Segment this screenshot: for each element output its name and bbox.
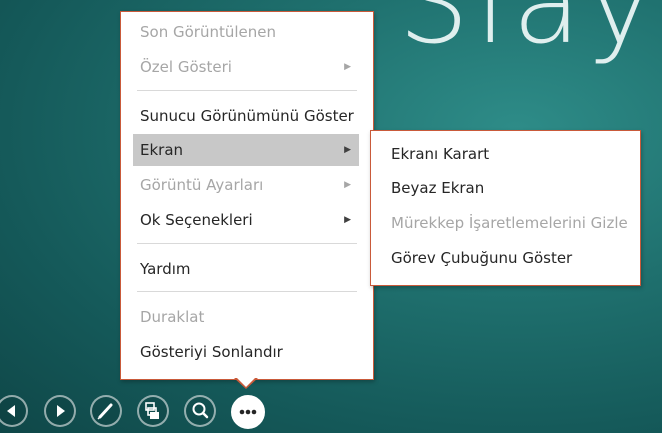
slide-title: Slayt 1 — [398, 0, 662, 69]
menu-item-show-presenter-view[interactable]: Sunucu Görünümünü Göster — [133, 100, 359, 132]
next-icon — [57, 405, 65, 417]
submenu-item-label: Ekranı Karart — [391, 145, 490, 163]
slideshow-context-menu: Son Görüntülenen Özel Gösteri ▶ Sunucu G… — [120, 11, 374, 380]
submenu-arrow-icon: ▶ — [344, 145, 351, 155]
submenu-item-hide-ink-markup[interactable]: Mürekkep İşaretlemelerini Gizle — [383, 207, 633, 239]
menu-callout-pointer-fill — [236, 377, 256, 387]
zoom-icon — [192, 402, 209, 419]
submenu-arrow-icon: ▶ — [344, 180, 351, 190]
submenu-item-show-taskbar[interactable]: Görev Çubuğunu Göster — [383, 242, 633, 274]
more-options-button[interactable] — [231, 395, 265, 429]
menu-item-pause[interactable]: Duraklat — [133, 301, 359, 333]
submenu-item-label: Beyaz Ekran — [391, 179, 485, 197]
zoom-button[interactable] — [184, 395, 216, 427]
menu-item-label: Sunucu Görünümünü Göster — [140, 107, 354, 125]
more-options-icon — [239, 409, 257, 415]
menu-item-custom-show[interactable]: Özel Gösteri ▶ — [133, 51, 359, 83]
previous-button[interactable] — [0, 395, 28, 427]
pen-button[interactable] — [90, 395, 122, 427]
menu-item-label: Gösteriyi Sonlandır — [140, 343, 283, 361]
menu-item-label: Duraklat — [140, 308, 205, 326]
submenu-item-black-screen[interactable]: Ekranı Karart — [383, 138, 633, 170]
submenu-item-label: Mürekkep İşaretlemelerini Gizle — [391, 214, 628, 232]
menu-item-label: Görüntü Ayarları — [140, 176, 264, 194]
menu-separator — [137, 243, 357, 244]
menu-item-end-show[interactable]: Gösteriyi Sonlandır — [133, 336, 359, 368]
submenu-arrow-icon: ▶ — [344, 62, 351, 72]
submenu-item-white-screen[interactable]: Beyaz Ekran — [383, 172, 633, 204]
menu-item-help[interactable]: Yardım — [133, 253, 359, 285]
menu-item-last-viewed[interactable]: Son Görüntülenen — [133, 16, 359, 48]
menu-item-display-settings[interactable]: Görüntü Ayarları ▶ — [133, 169, 359, 201]
menu-item-label: Son Görüntülenen — [140, 23, 276, 41]
pen-icon — [97, 403, 113, 420]
menu-item-label: Ok Seçenekleri — [140, 211, 253, 229]
menu-item-label: Yardım — [140, 260, 191, 278]
menu-separator — [137, 90, 357, 91]
see-all-slides-button[interactable] — [137, 395, 169, 427]
menu-item-screen[interactable]: Ekran ▶ — [133, 134, 359, 166]
screen-submenu: Ekranı Karart Beyaz Ekran Mürekkep İşare… — [370, 130, 641, 286]
menu-item-arrow-options[interactable]: Ok Seçenekleri ▶ — [133, 204, 359, 236]
submenu-arrow-icon: ▶ — [344, 215, 351, 225]
menu-separator — [137, 291, 357, 292]
next-button[interactable] — [44, 395, 76, 427]
menu-item-label: Ekran — [140, 141, 184, 159]
see-all-slides-icon — [145, 402, 159, 419]
submenu-item-label: Görev Çubuğunu Göster — [391, 249, 573, 267]
previous-icon — [7, 405, 15, 417]
menu-item-label: Özel Gösteri — [140, 58, 232, 76]
